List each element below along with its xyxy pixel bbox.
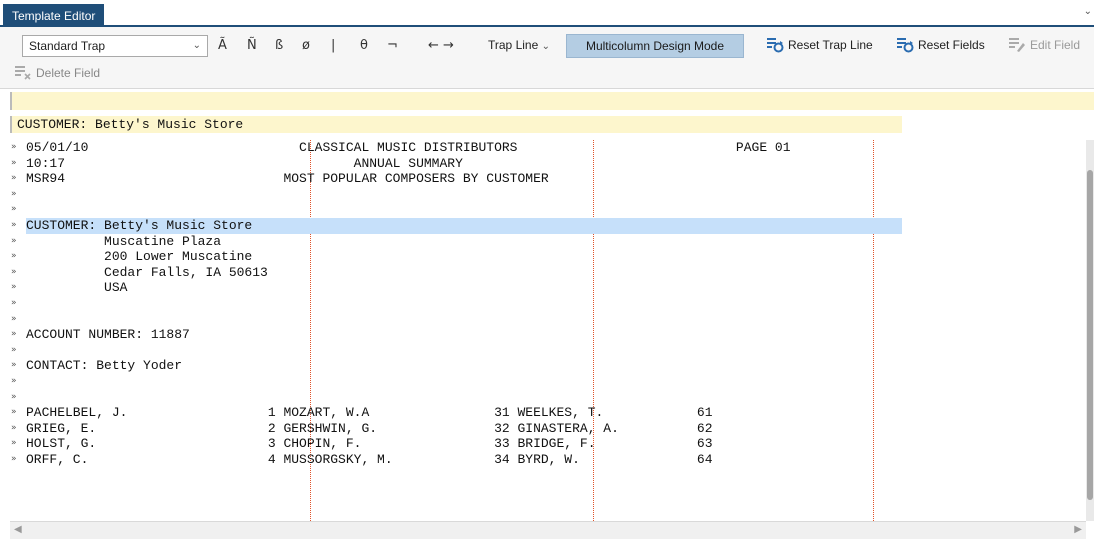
chevron-down-icon: ⌄ bbox=[541, 41, 550, 52]
arrow-left-right-icon[interactable]: ← → bbox=[428, 38, 454, 53]
scroll-left-icon[interactable]: ◀ bbox=[14, 524, 22, 535]
reset-trap-line-button[interactable]: Reset Trap Line bbox=[766, 37, 873, 53]
report-line[interactable]: » PACHELBEL, J. 1 MOZART, W.A 31 WEELKES,… bbox=[10, 405, 1086, 421]
line-marker-icon: » bbox=[11, 422, 17, 433]
trap-line-label: Trap Line bbox=[488, 38, 539, 52]
trap-line-text: CUSTOMER: Betty's Music Store bbox=[17, 117, 244, 132]
tab-template-editor[interactable]: Template Editor bbox=[3, 4, 105, 26]
trap-type-value: Standard Trap bbox=[29, 39, 106, 53]
symbol-n-tilde-button[interactable]: Ñ bbox=[247, 38, 257, 53]
trap-line-dropdown[interactable]: Trap Line ⌄ bbox=[488, 38, 550, 52]
line-marker-icon: » bbox=[11, 407, 17, 418]
symbol-a-tilde-button[interactable]: Ã bbox=[218, 38, 227, 53]
report-line[interactable]: » USA bbox=[10, 280, 1086, 296]
line-marker-icon: » bbox=[11, 157, 17, 168]
delete-field-button[interactable]: Delete Field bbox=[14, 65, 100, 81]
line-marker-icon: » bbox=[11, 298, 17, 308]
report-line[interactable]: » bbox=[10, 296, 1086, 312]
report-line[interactable]: » bbox=[10, 343, 1086, 359]
report-line[interactable]: » 05/01/10 CLASSICAL MUSIC DISTRIBUTORS P… bbox=[10, 140, 1086, 156]
delete-field-label: Delete Field bbox=[36, 66, 101, 80]
chevron-down-icon: ⌄ bbox=[192, 40, 201, 51]
edit-field-label: Edit Field bbox=[1030, 38, 1081, 52]
report-line[interactable]: » bbox=[10, 202, 1086, 218]
report-line[interactable]: » bbox=[10, 390, 1086, 406]
line-marker-icon: » bbox=[11, 188, 17, 199]
line-marker-icon: » bbox=[11, 454, 17, 464]
report-text[interactable]: » 05/01/10 CLASSICAL MUSIC DISTRIBUTORS P… bbox=[10, 140, 1086, 521]
symbol-o-slash-button[interactable]: ø bbox=[302, 38, 310, 53]
vertical-scrollbar[interactable] bbox=[1086, 140, 1094, 521]
trap-type-select[interactable]: Standard Trap ⌄ bbox=[22, 35, 208, 57]
report-line-text: GRIEG, E. 2 GERSHWIN, G. 32 GINASTERA, A… bbox=[26, 420, 713, 436]
line-marker-icon: » bbox=[11, 391, 17, 402]
report-line-text: ACCOUNT NUMBER: 11887 bbox=[26, 327, 190, 343]
report-line[interactable]: » CONTACT: Betty Yoder bbox=[10, 358, 1086, 374]
line-marker-icon: » bbox=[11, 344, 17, 355]
horizontal-scrollbar[interactable]: ◀ ▶ bbox=[10, 521, 1086, 539]
report-line[interactable]: » bbox=[10, 374, 1086, 390]
report-line-text: Muscatine Plaza bbox=[26, 233, 222, 249]
report-line-text: 05/01/10 CLASSICAL MUSIC DISTRIBUTORS PA… bbox=[26, 140, 791, 155]
report-line[interactable]: » 200 Lower Muscatine bbox=[10, 249, 1086, 265]
report-line[interactable]: » bbox=[10, 312, 1086, 328]
multicolumn-design-mode-button[interactable]: Multicolumn Design Mode bbox=[566, 34, 744, 58]
reset-trap-line-label: Reset Trap Line bbox=[788, 38, 873, 52]
delete-field-icon bbox=[15, 66, 31, 80]
report-line-text: 200 Lower Muscatine bbox=[26, 249, 253, 265]
line-marker-icon: » bbox=[11, 251, 17, 262]
reset-trap-line-icon bbox=[767, 38, 784, 53]
trap-line-row[interactable]: CUSTOMER: Betty's Music Store bbox=[10, 116, 902, 133]
symbol-theta-button[interactable]: θ bbox=[360, 38, 368, 53]
line-marker-icon: » bbox=[11, 235, 17, 246]
report-line[interactable]: » Muscatine Plaza bbox=[10, 234, 1086, 250]
report-line[interactable]: » ORFF, C. 4 MUSSORGSKY, M. 34 BYRD, W. 6… bbox=[10, 452, 1086, 468]
line-marker-icon: » bbox=[11, 329, 17, 340]
report-line-text: CUSTOMER: Betty's Music Store bbox=[26, 218, 253, 233]
report-line[interactable]: » ACCOUNT NUMBER: 11887 bbox=[10, 327, 1086, 343]
line-marker-icon: » bbox=[11, 282, 17, 293]
chevron-down-icon[interactable]: ⌄ bbox=[1084, 6, 1092, 17]
line-marker-icon: » bbox=[11, 142, 17, 152]
trap-band bbox=[10, 92, 1094, 110]
line-marker-icon: » bbox=[11, 220, 17, 230]
edit-field-button[interactable]: Edit Field bbox=[1008, 37, 1080, 53]
report-line-text: USA bbox=[26, 280, 128, 296]
line-marker-icon: » bbox=[11, 360, 17, 371]
reset-fields-button[interactable]: Reset Fields bbox=[896, 37, 985, 53]
symbol-pipe-button[interactable]: | bbox=[331, 38, 335, 53]
report-line[interactable]: » 10:17 ANNUAL SUMMARY bbox=[10, 156, 1086, 172]
line-marker-icon: » bbox=[11, 376, 17, 386]
report-line[interactable]: » Cedar Falls, IA 50613 bbox=[10, 265, 1086, 281]
report-line[interactable]: » bbox=[10, 187, 1086, 203]
symbol-not-button[interactable]: ¬ bbox=[387, 38, 398, 53]
report-line-text: Cedar Falls, IA 50613 bbox=[26, 264, 268, 280]
report-line[interactable]: » MSR94 MOST POPULAR COMPOSERS BY CUSTOME… bbox=[10, 171, 1086, 187]
report-line-text: 10:17 ANNUAL SUMMARY bbox=[26, 155, 463, 171]
report-line-text: PACHELBEL, J. 1 MOZART, W.A 31 WEELKES, … bbox=[26, 405, 713, 421]
report-line-text: HOLST, G. 3 CHOPIN, F. 33 BRIDGE, F. 63 bbox=[26, 436, 713, 452]
edit-field-icon bbox=[1009, 38, 1025, 52]
report-line[interactable]: » GRIEG, E. 2 GERSHWIN, G. 32 GINASTERA, … bbox=[10, 421, 1086, 437]
scroll-right-icon[interactable]: ▶ bbox=[1074, 524, 1082, 535]
report-line-selected[interactable]: » CUSTOMER: Betty's Music Store bbox=[10, 218, 1086, 234]
line-marker-icon: » bbox=[11, 313, 17, 324]
line-marker-icon: » bbox=[11, 266, 17, 277]
line-marker-icon: » bbox=[11, 173, 17, 184]
report-line-text: MSR94 MOST POPULAR COMPOSERS BY CUSTOMER bbox=[26, 171, 549, 187]
scroll-thumb[interactable] bbox=[1087, 170, 1093, 500]
line-marker-icon: » bbox=[11, 438, 17, 449]
reset-fields-icon bbox=[897, 38, 914, 53]
report-line-text: CONTACT: Betty Yoder bbox=[26, 358, 183, 374]
line-marker-icon: » bbox=[11, 204, 17, 215]
reset-fields-label: Reset Fields bbox=[918, 38, 985, 52]
report-line[interactable]: » HOLST, G. 3 CHOPIN, F. 33 BRIDGE, F. 63 bbox=[10, 436, 1086, 452]
report-line-text: ORFF, C. 4 MUSSORGSKY, M. 34 BYRD, W. 64 bbox=[26, 452, 713, 467]
tab-strip: Template Editor ⌄ bbox=[0, 0, 1094, 27]
template-editor-area[interactable]: CUSTOMER: Betty's Music Store » 05/01/10 … bbox=[10, 92, 1094, 541]
symbol-eszett-button[interactable]: ß bbox=[275, 38, 283, 53]
toolbar: Standard Trap ⌄ Ã Ñ ß ø | θ ¬ ← → Trap L… bbox=[0, 27, 1094, 89]
